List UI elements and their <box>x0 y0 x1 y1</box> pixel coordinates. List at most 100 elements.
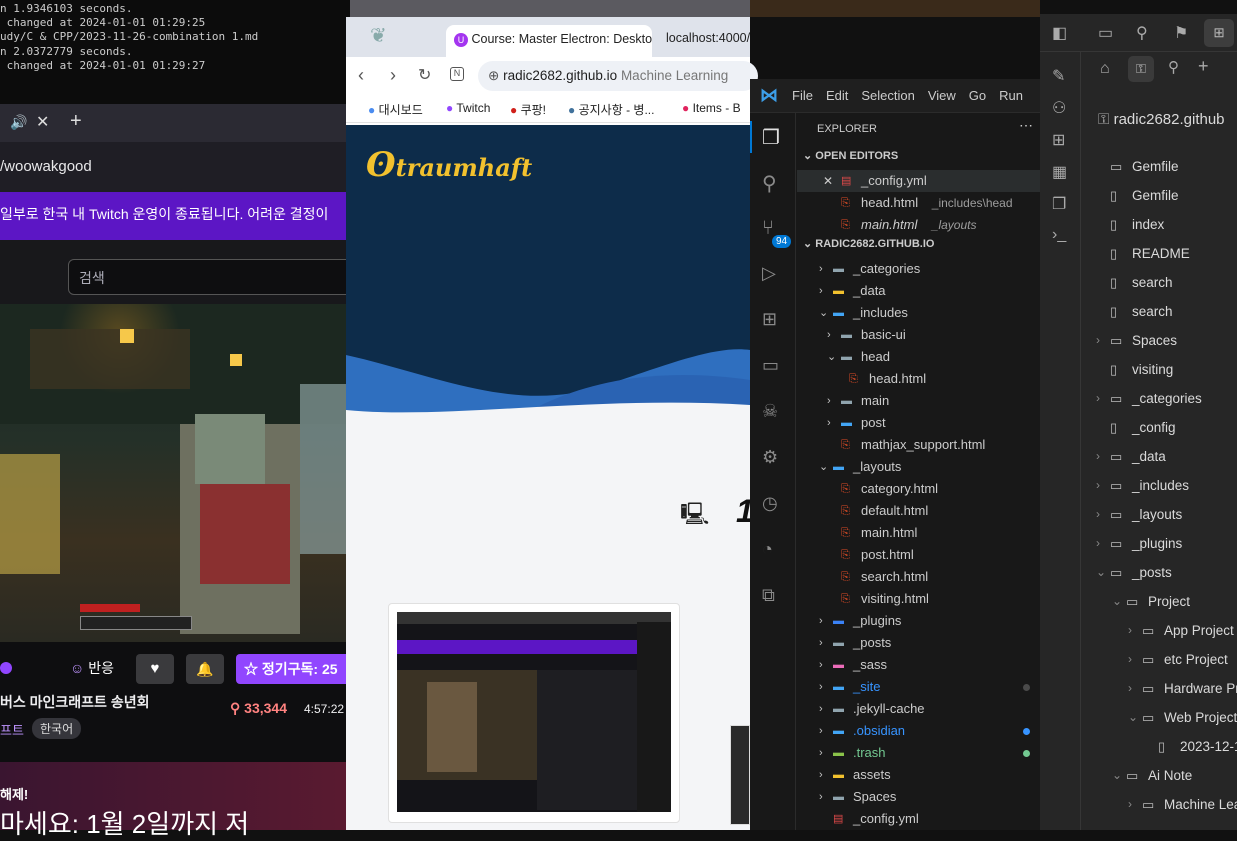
site-info-icon[interactable]: ⊕ <box>488 68 499 83</box>
ob-file-item[interactable]: ▯ visiting <box>1082 355 1237 384</box>
tree-file-item[interactable]: ⎘ visiting.html <box>797 588 1040 610</box>
tree-folder-item[interactable]: ⌄ ▬ _layouts <box>797 456 1040 478</box>
reload-icon[interactable]: ↻ <box>418 65 431 85</box>
tree-file-item[interactable]: ⎘ main.html <box>797 522 1040 544</box>
ob-folder-item[interactable]: › ▭ _layouts <box>1082 500 1237 529</box>
menu-view[interactable]: View <box>928 88 956 103</box>
video-player[interactable] <box>0 304 350 642</box>
open-editor-item[interactable]: ⎘ main.html _layouts <box>797 214 1040 236</box>
ob-folder-item[interactable]: › ▭ _plugins <box>1082 529 1237 558</box>
reaction-button[interactable]: ☺ 반응 <box>70 658 114 678</box>
tree-folder-item[interactable]: › ▬ post <box>797 412 1040 434</box>
tree-folder-item[interactable]: › ▬ assets <box>797 764 1040 786</box>
ob-file-item[interactable]: ▯ search <box>1082 268 1237 297</box>
ob-folder-item[interactable]: ⌄ ▭ Project <box>1082 587 1237 616</box>
bookmark-dashboard[interactable]: ● 대시보드 <box>368 101 423 118</box>
repo-section-header[interactable]: ⌄ RADIC2682.GITHUB.IO <box>803 237 934 250</box>
ob-file-item[interactable]: ▯ 2023-12-1 <box>1082 732 1237 761</box>
ob-folder-item[interactable]: › ▭ Hardware Pr <box>1082 674 1237 703</box>
tree-file-item[interactable]: ⎘ category.html <box>797 478 1040 500</box>
menu-go[interactable]: Go <box>969 88 986 103</box>
notification-bell-button[interactable]: 🔔 <box>186 654 224 684</box>
search-input[interactable]: 검색 <box>68 259 358 295</box>
terminal-icon[interactable]: ›_ <box>1052 226 1066 244</box>
timeline-icon[interactable]: ◔ <box>762 539 773 560</box>
tree-folder-item[interactable]: › ▬ _posts <box>797 632 1040 654</box>
new-tab-icon[interactable]: + <box>70 110 82 133</box>
subscribe-button[interactable]: ☆ 정기구독: 25 <box>236 654 350 684</box>
tree-file-item[interactable]: ▤ _config.yml <box>797 808 1040 830</box>
ob-folder-item[interactable]: › ▭ _data <box>1082 442 1237 471</box>
close-editor-icon[interactable]: ✕ <box>823 170 833 192</box>
ob-folder-item[interactable]: ⌄ ▭ Web Project <box>1082 703 1237 732</box>
open-editors-header[interactable]: ⌄ OPEN EDITORS <box>803 149 898 162</box>
follow-heart-button[interactable]: ♥ <box>136 654 174 684</box>
alien-icon[interactable]: ☠ <box>762 401 778 422</box>
canvas-icon[interactable]: ⊞ <box>1052 130 1065 150</box>
tree-folder-item[interactable]: › ▬ main <box>797 390 1040 412</box>
tab-localhost[interactable]: localhost:4000/visiting/ <box>666 31 750 45</box>
home-icon[interactable]: ⌂ <box>1100 60 1110 78</box>
new-tab-icon[interactable]: + <box>1198 56 1209 77</box>
vault-tab-icon[interactable]: ⚿ <box>1128 56 1154 82</box>
language-tag[interactable]: 한국어 <box>32 718 82 739</box>
templates-icon[interactable]: ❐ <box>1052 194 1066 214</box>
tree-folder-item[interactable]: › ▬ _sass <box>797 654 1040 676</box>
tree-folder-item[interactable]: › ▬ basic-ui <box>797 324 1040 346</box>
tree-file-item[interactable]: ⎘ post.html <box>797 544 1040 566</box>
menu-selection[interactable]: Selection <box>861 88 914 103</box>
bookmark-coupang[interactable]: ● 쿠팡! <box>510 101 546 118</box>
vault-title[interactable]: ⚿ radic2682.github <box>1098 111 1225 128</box>
menu-edit[interactable]: Edit <box>826 88 848 103</box>
forward-icon[interactable]: › <box>390 65 396 86</box>
address-bar[interactable]: /woowakgood <box>0 142 350 192</box>
bookmark-items[interactable]: ● Items - B <box>682 101 741 115</box>
tab-course[interactable]: U Course: Master Electron: Deskto <box>446 25 652 57</box>
more-actions-icon[interactable]: ⋯ <box>1019 117 1033 134</box>
menu-file[interactable]: File <box>792 88 813 103</box>
tags-icon[interactable]: ⚲ <box>1168 58 1179 76</box>
ob-folder-item[interactable]: › ▭ Machine Lea <box>1082 790 1237 819</box>
ob-file-item[interactable]: ▯ index <box>1082 210 1237 239</box>
ob-folder-item[interactable]: › ▭ etc Project <box>1082 645 1237 674</box>
speaker-icon[interactable]: 🔊 <box>10 114 27 131</box>
source-control-icon[interactable]: ⑂ <box>762 217 774 240</box>
menu-run[interactable]: Run <box>999 88 1023 103</box>
docker-icon[interactable]: ⚙ <box>762 447 778 468</box>
tree-folder-item[interactable]: › ▬ .jekyll-cache <box>797 698 1040 720</box>
explorer-icon[interactable]: ❐ <box>762 125 780 150</box>
folder-icon[interactable]: ▭ <box>1098 23 1113 43</box>
notion-icon[interactable]: N <box>450 67 464 81</box>
ob-folder-item[interactable]: ▭ Gemfile <box>1082 152 1237 181</box>
post-card[interactable] <box>388 603 680 823</box>
tree-folder-item[interactable]: › ▬ _site <box>797 676 1040 698</box>
ob-folder-item[interactable]: › ▭ App Project <box>1082 616 1237 645</box>
category-link[interactable]: 프트 <box>0 720 24 739</box>
search-icon[interactable]: ⚲ <box>762 171 777 196</box>
remote-explorer-icon[interactable]: ▭ <box>762 355 779 376</box>
grid-view-icon[interactable]: ⊞ <box>1204 19 1234 47</box>
search-icon[interactable]: ⚲ <box>1136 23 1148 43</box>
bookmark-twitch[interactable]: ● Twitch <box>446 101 490 115</box>
open-editor-item[interactable]: ✕ ▤ _config.yml <box>797 170 1040 192</box>
open-editor-item[interactable]: ⎘ head.html _includes\head <box>797 192 1040 214</box>
ob-file-item[interactable]: ▯ Gemfile <box>1082 181 1237 210</box>
promo-banner[interactable]: 해제! 마세요: 1월 2일까지 저 <box>0 762 350 839</box>
ob-folder-item[interactable]: ⌄ ▭ _posts <box>1082 558 1237 587</box>
ob-file-item[interactable]: ▯ search <box>1082 297 1237 326</box>
ob-file-item[interactable]: ▯ README <box>1082 239 1237 268</box>
ob-folder-item[interactable]: › ▭ _categories <box>1082 384 1237 413</box>
tree-folder-item[interactable]: ⌄ ▬ _includes <box>797 302 1040 324</box>
site-logo[interactable]: ʘtraumhaft <box>366 145 532 185</box>
ob-folder-item[interactable]: › ▭ Spaces <box>1082 326 1237 355</box>
bookmark-notice[interactable]: ● 공지사항 - 병... <box>568 101 654 118</box>
tree-folder-item[interactable]: › ▬ _plugins <box>797 610 1040 632</box>
tree-file-item[interactable]: ⎘ search.html <box>797 566 1040 588</box>
tree-folder-item[interactable]: › ▬ .trash <box>797 742 1040 764</box>
tree-file-item[interactable]: ⎘ default.html <box>797 500 1040 522</box>
ob-file-item[interactable]: ▯ _config <box>1082 413 1237 442</box>
new-note-icon[interactable]: ✎ <box>1052 66 1065 86</box>
graph-view-icon[interactable]: ⚇ <box>1052 98 1066 118</box>
tree-folder-item[interactable]: › ▬ .obsidian <box>797 720 1040 742</box>
ob-folder-item[interactable]: ⌄ ▭ Ai Note <box>1082 761 1237 790</box>
